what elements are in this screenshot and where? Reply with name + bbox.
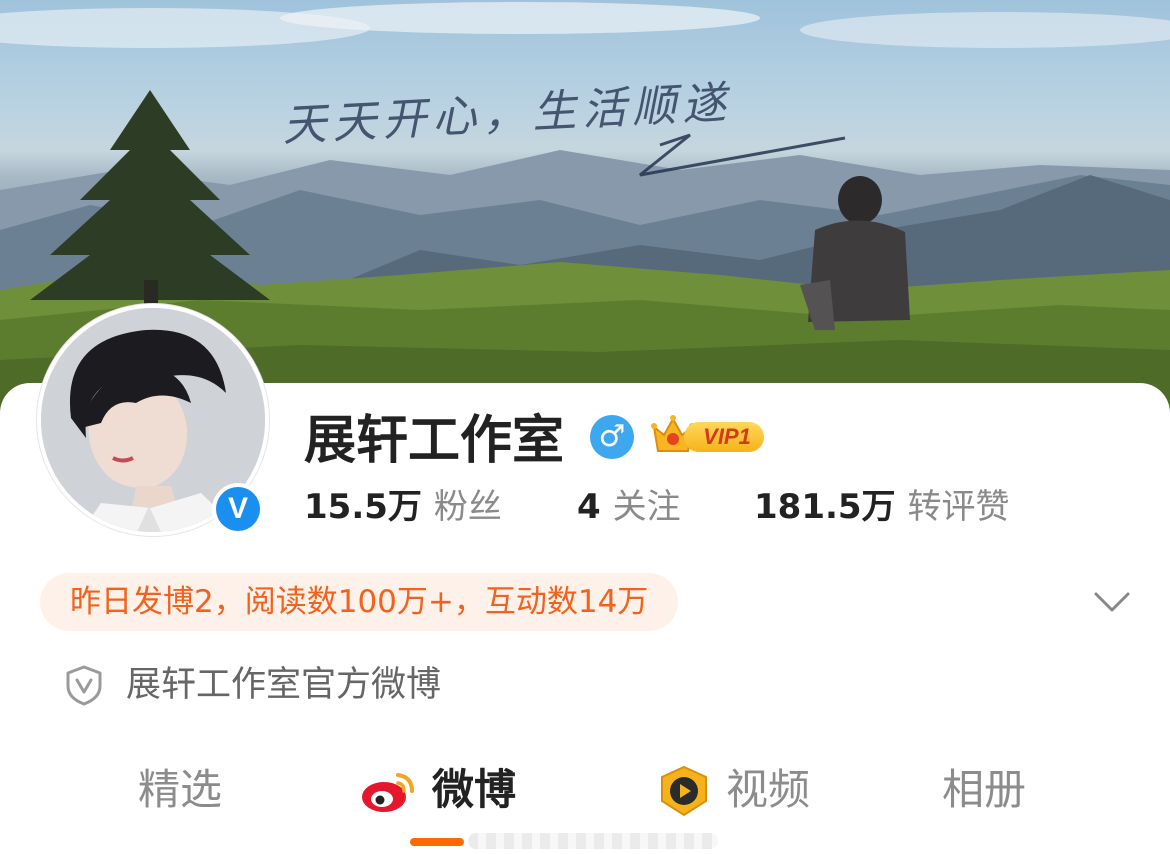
male-icon: ♂ [590,415,634,459]
tab-weibo-label: 微博 [432,765,517,814]
following-stat[interactable]: 4 关注 [577,484,681,530]
video-icon [661,765,707,817]
tab-weibo[interactable]: 微博 [432,755,516,825]
profile-page: 天天开心，生活顺遂 V 展轩工作室 ♂ VIP1 15.5万 粉丝 4 关注 1… [0,0,1170,854]
tab-album[interactable]: 相册 [942,755,1026,825]
verified-v-icon: V [216,487,260,531]
tab-video-label: 视频 [726,765,811,814]
profile-tabs: 精选 微博 视频 相册 [0,755,1170,854]
following-label: 关注 [612,487,681,527]
likes-stat[interactable]: 181.5万 转评赞 [754,484,1010,530]
vip-badge[interactable]: VIP1 [650,413,766,457]
followers-count: 15.5万 [304,487,422,527]
likes-label: 转评赞 [907,487,1010,527]
activity-summary[interactable]: 昨日发博2，阅读数100万+，互动数14万 [40,573,679,631]
tab-featured[interactable]: 精选 [138,755,222,825]
tab-video[interactable]: 视频 [726,755,810,825]
vip-label: VIP1 [684,422,764,452]
chevron-down-icon[interactable] [1090,580,1134,624]
likes-count: 181.5万 [754,487,896,527]
weibo-icon [362,773,414,812]
shield-icon [66,665,102,706]
active-tab-indicator [410,838,464,846]
followers-stat[interactable]: 15.5万 粉丝 [304,484,502,530]
following-count: 4 [577,487,601,527]
description-text: 展轩工作室官方微博 [126,665,442,705]
followers-label: 粉丝 [433,487,502,527]
scroll-shadow [468,833,718,849]
tab-featured-label: 精选 [138,765,223,814]
verified-badge: V [212,483,264,535]
profile-name: 展轩工作室 [304,411,565,471]
tab-album-label: 相册 [942,765,1027,814]
